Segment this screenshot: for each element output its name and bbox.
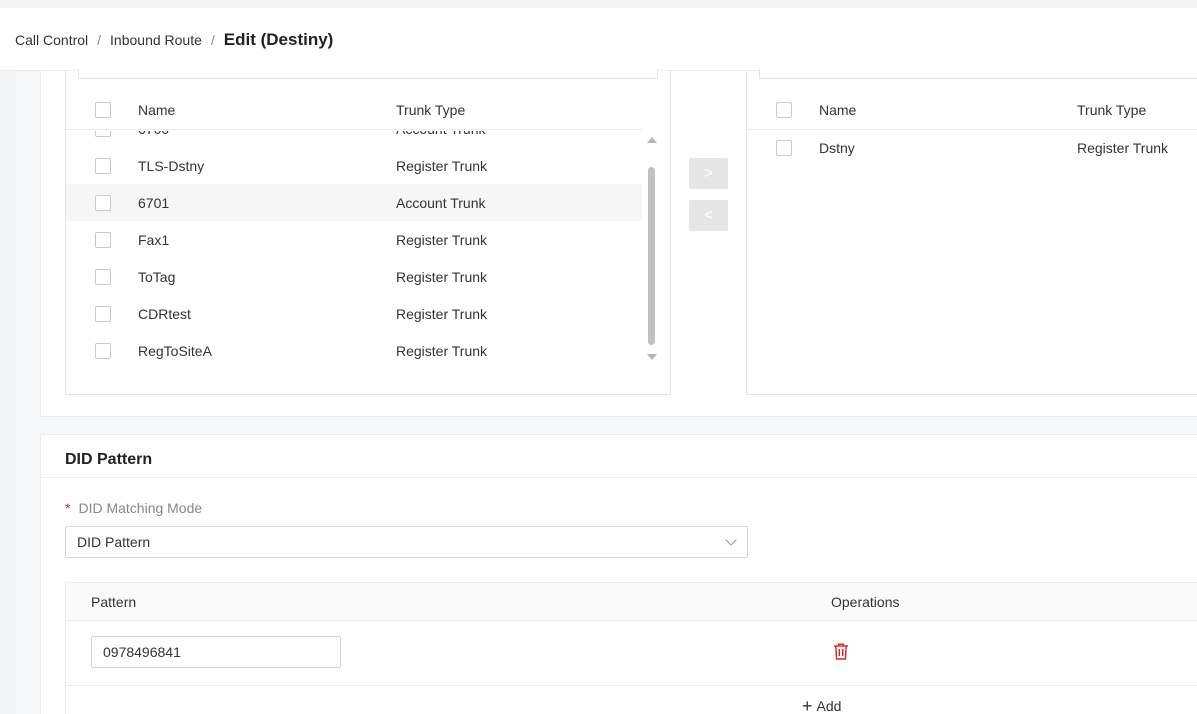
selected-table-header: Name Trunk Type bbox=[747, 91, 1197, 130]
available-trunks-list[interactable]: 6700 Account Trunk TLS-Dstny Register Tr… bbox=[66, 131, 644, 385]
trunk-type: Register Trunk bbox=[396, 157, 488, 174]
row-checkbox[interactable] bbox=[95, 131, 111, 137]
list-item[interactable]: 6700 Account Trunk bbox=[66, 131, 642, 147]
row-checkbox[interactable] bbox=[776, 139, 792, 156]
delete-icon[interactable] bbox=[833, 643, 849, 660]
required-marker: * bbox=[65, 500, 71, 516]
trunk-name: ToTag bbox=[138, 268, 176, 285]
scroll-up-arrow-icon[interactable] bbox=[647, 137, 657, 143]
did-matching-mode-text: DID Matching Mode bbox=[78, 500, 203, 516]
selected-trunks-panel: Name Trunk Type Dstny Register Trunk bbox=[746, 69, 1197, 395]
scroll-down-arrow-icon[interactable] bbox=[647, 354, 657, 360]
card-gap bbox=[40, 417, 1197, 434]
column-operations: Operations bbox=[831, 594, 900, 610]
trunk-name: Dstny bbox=[819, 139, 855, 156]
trunk-name: RegToSiteA bbox=[138, 342, 212, 359]
trunk-name: 6700 bbox=[138, 131, 396, 137]
move-right-button[interactable]: > bbox=[689, 158, 728, 189]
did-matching-mode-select[interactable]: DID Pattern bbox=[65, 526, 748, 558]
scrollbar-thumb[interactable] bbox=[648, 167, 655, 345]
trunk-type: Register Trunk bbox=[396, 342, 488, 359]
trunk-type: Register Trunk bbox=[1077, 139, 1169, 156]
did-matching-mode-value: DID Pattern bbox=[77, 534, 151, 550]
list-item[interactable]: CDRtest Register Trunk bbox=[66, 295, 642, 332]
list-item[interactable]: 6701 Account Trunk bbox=[66, 184, 642, 221]
row-checkbox[interactable] bbox=[95, 268, 111, 285]
did-matching-mode-label: * DID Matching Mode bbox=[65, 500, 202, 516]
column-trunk-type: Trunk Type bbox=[1077, 102, 1147, 118]
list-item[interactable]: ToTag Register Trunk bbox=[66, 258, 642, 295]
breadcrumb: Call Control / Inbound Route / Edit (Des… bbox=[15, 30, 333, 50]
breadcrumb-separator: / bbox=[210, 32, 215, 48]
column-name: Name bbox=[138, 102, 176, 118]
column-trunk-type: Trunk Type bbox=[396, 102, 466, 118]
list-item[interactable]: TLS-Dstny Register Trunk bbox=[66, 147, 642, 184]
row-checkbox[interactable] bbox=[95, 342, 111, 359]
move-left-button[interactable]: < bbox=[689, 200, 728, 231]
section-divider bbox=[40, 477, 1197, 478]
trunk-name: 6701 bbox=[138, 194, 170, 211]
trunk-type: Register Trunk bbox=[396, 231, 488, 248]
chevron-down-icon bbox=[725, 534, 737, 546]
breadcrumb-separator: / bbox=[97, 32, 102, 48]
page-title: Edit (Destiny) bbox=[223, 30, 334, 49]
list-item[interactable]: RegToSiteA Register Trunk bbox=[66, 332, 642, 369]
pattern-table-header: Pattern Operations bbox=[66, 583, 1197, 621]
trunk-type: Account Trunk bbox=[396, 131, 486, 137]
row-checkbox[interactable] bbox=[95, 157, 111, 174]
trunk-name: CDRtest bbox=[138, 305, 191, 322]
plus-icon: + bbox=[802, 696, 813, 714]
pattern-input[interactable] bbox=[91, 636, 341, 668]
trunk-type: Account Trunk bbox=[396, 194, 486, 211]
column-name: Name bbox=[819, 102, 857, 118]
available-search-box[interactable] bbox=[78, 69, 658, 79]
row-checkbox[interactable] bbox=[95, 231, 111, 248]
available-table-header: Name Trunk Type bbox=[66, 91, 642, 130]
selected-search-box[interactable] bbox=[759, 69, 1197, 79]
breadcrumb-call-control[interactable]: Call Control bbox=[15, 32, 88, 48]
trunk-type: Register Trunk bbox=[396, 305, 488, 322]
row-divider bbox=[66, 685, 1197, 686]
pattern-table: Pattern Operations + Add bbox=[65, 582, 1197, 714]
breadcrumb-inbound-route[interactable]: Inbound Route bbox=[110, 32, 202, 48]
row-checkbox[interactable] bbox=[95, 305, 111, 322]
top-strip bbox=[0, 0, 1197, 8]
content-gutter bbox=[16, 71, 40, 714]
add-label: Add bbox=[816, 698, 842, 714]
trunk-name: TLS-Dstny bbox=[138, 157, 205, 174]
select-all-checkbox[interactable] bbox=[776, 102, 792, 118]
row-checkbox[interactable] bbox=[95, 194, 111, 211]
page-header: Call Control / Inbound Route / Edit (Des… bbox=[0, 8, 1197, 71]
left-gutter bbox=[0, 71, 16, 714]
did-section-title: DID Pattern bbox=[65, 451, 153, 468]
trunk-type: Register Trunk bbox=[396, 268, 488, 285]
add-pattern-button[interactable]: + Add bbox=[802, 696, 842, 714]
list-item[interactable]: Fax1 Register Trunk bbox=[66, 221, 642, 258]
select-all-checkbox[interactable] bbox=[95, 102, 111, 118]
column-pattern: Pattern bbox=[91, 594, 137, 610]
available-trunks-panel: Name Trunk Type 6700 Account Trunk TLS-D… bbox=[65, 69, 671, 395]
list-item[interactable]: Dstny Register Trunk bbox=[747, 129, 1197, 166]
trunk-name: Fax1 bbox=[138, 231, 170, 248]
